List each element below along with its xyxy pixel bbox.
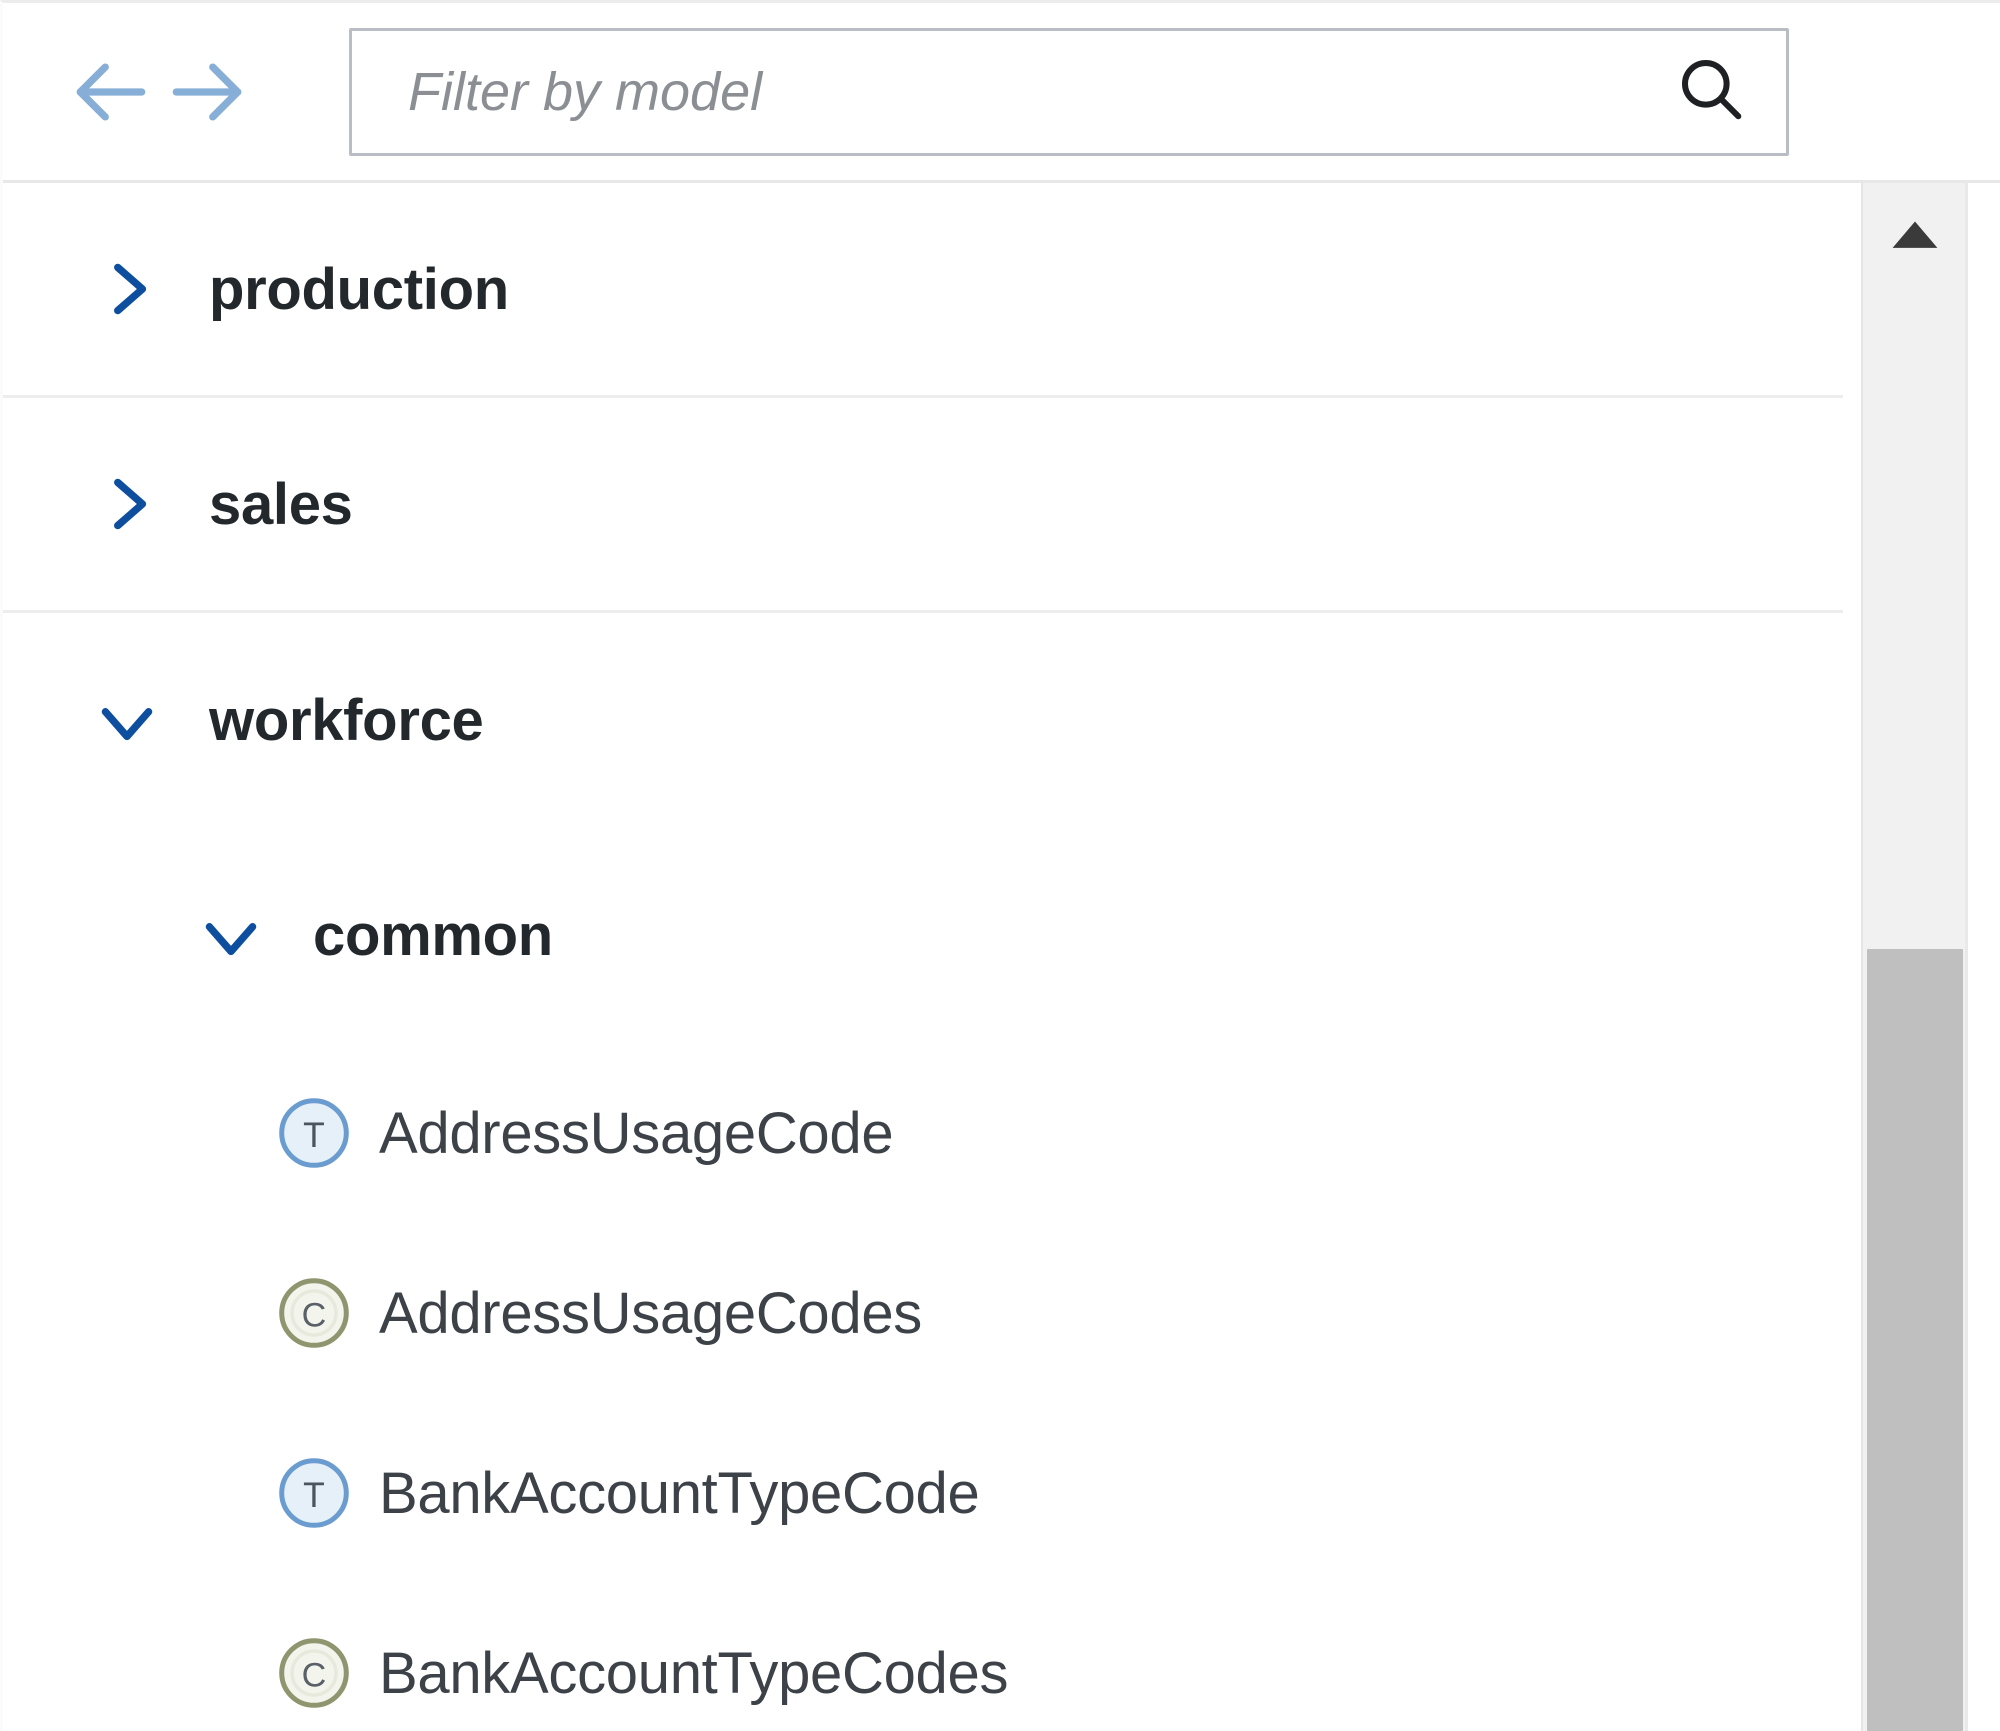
search-field-container xyxy=(349,27,1789,156)
tree-item-common[interactable]: common xyxy=(3,828,1843,1043)
collection-badge-icon: C xyxy=(271,1270,357,1356)
forward-button[interactable] xyxy=(159,44,255,140)
tree-item-label: production xyxy=(209,256,509,322)
model-tree: production sales workforce common T Addr… xyxy=(3,183,1843,1731)
tree-item-label: BankAccountTypeCode xyxy=(379,1460,980,1526)
tree-item-label: BankAccountTypeCodes xyxy=(379,1640,1009,1706)
tree-region: production sales workforce common T Addr… xyxy=(3,183,2000,1731)
chevron-right-icon[interactable] xyxy=(79,456,175,552)
scrollbar-thumb[interactable] xyxy=(1867,949,1963,1731)
scrollbar-gutter xyxy=(1965,183,2000,1731)
search-input[interactable] xyxy=(352,30,1636,153)
arrow-right-icon xyxy=(161,46,253,138)
collection-badge-icon: C xyxy=(271,1630,357,1716)
type-badge-icon: T xyxy=(271,1450,357,1536)
tree-item-label: AddressUsageCodes xyxy=(379,1280,922,1346)
scroll-up-button[interactable] xyxy=(1863,183,1967,287)
model-explorer-panel: production sales workforce xyxy=(0,0,2000,1731)
chevron-right-icon[interactable] xyxy=(79,241,175,337)
vertical-scrollbar[interactable] xyxy=(1861,183,1967,1731)
tree-item-sales[interactable]: sales xyxy=(3,398,1843,613)
tree-item-label: sales xyxy=(209,471,353,537)
tree-item-workforce[interactable]: workforce xyxy=(3,613,1843,828)
tree-item-label: AddressUsageCode xyxy=(379,1100,894,1166)
tree-item-addressusagecodes[interactable]: C AddressUsageCodes xyxy=(3,1223,1843,1403)
search-button[interactable] xyxy=(1636,31,1786,153)
toolbar xyxy=(3,3,2000,183)
svg-text:T: T xyxy=(303,1475,325,1515)
triangle-up-icon xyxy=(1887,215,1943,255)
tree-item-bankaccounttypecodes[interactable]: C BankAccountTypeCodes xyxy=(3,1583,1843,1731)
back-button[interactable] xyxy=(63,44,159,140)
chevron-down-icon[interactable] xyxy=(79,673,175,769)
type-badge-icon: T xyxy=(271,1090,357,1176)
svg-text:C: C xyxy=(302,1297,327,1335)
tree-item-addressusagecode[interactable]: T AddressUsageCode xyxy=(3,1043,1843,1223)
tree-item-label: common xyxy=(313,903,553,968)
svg-text:C: C xyxy=(302,1657,327,1695)
chevron-down-icon[interactable] xyxy=(183,888,279,984)
arrow-left-icon xyxy=(65,46,157,138)
svg-text:T: T xyxy=(303,1115,325,1155)
tree-item-production[interactable]: production xyxy=(3,183,1843,398)
tree-item-bankaccounttypecode[interactable]: T BankAccountTypeCode xyxy=(3,1403,1843,1583)
tree-item-label: workforce xyxy=(209,688,484,753)
search-icon xyxy=(1672,50,1750,133)
